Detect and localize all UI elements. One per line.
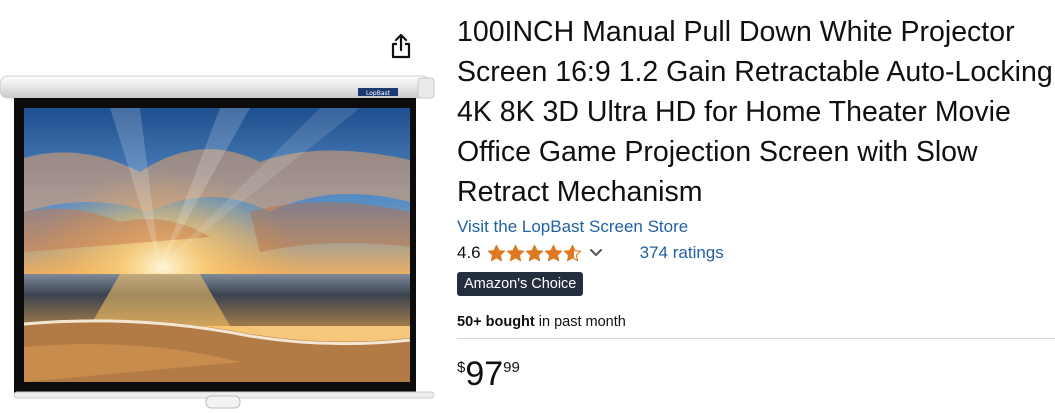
image-gallery: LopBast (0, 0, 440, 413)
bought-count: 50+ bought (457, 314, 535, 330)
star-icon (506, 244, 524, 261)
amazons-choice-badge[interactable]: Amazon's Choice (457, 272, 584, 296)
price-fraction: 99 (503, 359, 520, 376)
rating-value: 4.6 (457, 243, 481, 262)
star-icon (544, 244, 562, 261)
price-whole: 97 (465, 355, 504, 393)
product-info: 100INCH Manual Pull Down White Projector… (457, 12, 1055, 393)
brand-logo: LopBast (366, 90, 391, 97)
price: $ 97 99 (457, 355, 1055, 393)
star-icon (563, 244, 581, 261)
share-icon (391, 33, 411, 59)
bought-in-past-month: 50+ bought in past month (457, 314, 1055, 330)
store-link[interactable]: Visit the LopBast Screen Store (457, 216, 1055, 238)
price-symbol: $ (457, 359, 466, 376)
product-image[interactable]: LopBast (0, 62, 440, 412)
share-button[interactable] (386, 30, 416, 62)
star-rating[interactable] (487, 244, 582, 263)
bought-period: in past month (534, 314, 626, 330)
product-title: 100INCH Manual Pull Down White Projector… (457, 16, 1053, 208)
chevron-down-icon[interactable] (588, 245, 604, 261)
star-icon (487, 244, 505, 261)
star-icon (525, 244, 543, 261)
ratings-count-link[interactable]: 374 ratings (640, 243, 724, 263)
rating-row: 4.6 374 ratings (457, 241, 1055, 265)
divider (457, 338, 1055, 339)
